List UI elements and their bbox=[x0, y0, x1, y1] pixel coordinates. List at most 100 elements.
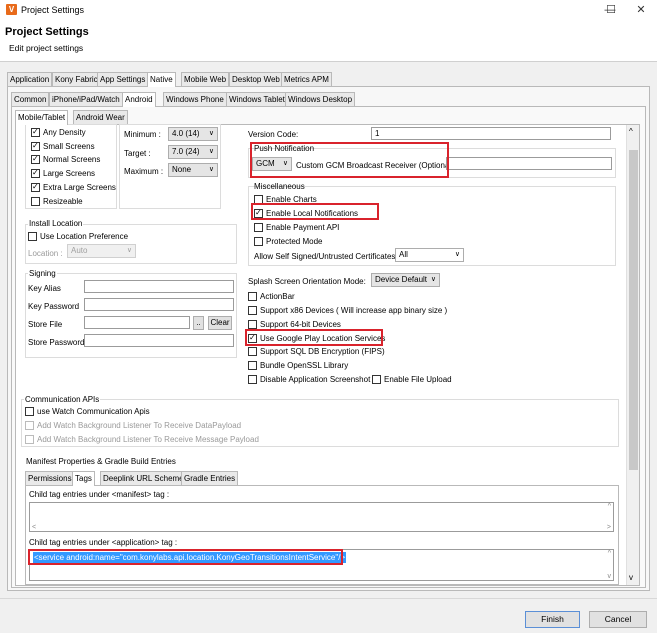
signing-group-label: Signing bbox=[28, 268, 57, 279]
close-button[interactable]: ✕ bbox=[627, 1, 655, 19]
version-code-input[interactable]: 1 bbox=[371, 127, 611, 140]
checkbox-label: Support x86 Devices ( Will increase app … bbox=[260, 306, 448, 315]
browse-button[interactable]: .. bbox=[193, 316, 204, 330]
tab-mobile-web[interactable]: Mobile Web bbox=[181, 72, 230, 86]
checkbox-label: Add Watch Background Listener To Receive… bbox=[37, 435, 259, 444]
checkbox-label: Support 64-bit Devices bbox=[260, 320, 341, 329]
scroll-down-icon[interactable]: v bbox=[629, 573, 633, 582]
checkbox-enable-file-upload[interactable]: Enable File Upload bbox=[372, 374, 452, 385]
key-alias-input[interactable] bbox=[84, 280, 234, 293]
select-value: Auto bbox=[71, 246, 88, 255]
title-bar: V Project Settings — ☐ ✕ bbox=[0, 0, 657, 20]
finish-button[interactable]: Finish bbox=[525, 611, 580, 628]
checkbox-watch-communication[interactable]: use Watch Communication Apis bbox=[25, 406, 150, 417]
scroll-up-icon[interactable]: ^ bbox=[608, 550, 611, 557]
tab-app-settings[interactable]: App Settings bbox=[97, 72, 149, 86]
sdk-minimum-select[interactable]: 4.0 (14) ∨ bbox=[168, 127, 218, 141]
cancel-button[interactable]: Cancel bbox=[589, 611, 647, 628]
checkbox-any-density[interactable]: Any Density bbox=[31, 127, 86, 138]
store-file-input[interactable] bbox=[84, 316, 190, 329]
self-signed-select[interactable]: All ∨ bbox=[395, 248, 464, 262]
scroll-up-icon[interactable]: ^ bbox=[629, 127, 633, 136]
checkbox-icon bbox=[372, 375, 381, 385]
checkbox-support-x86[interactable]: Support x86 Devices ( Will increase app … bbox=[248, 305, 447, 316]
tab-mobile-tablet[interactable]: Mobile/Tablet bbox=[15, 110, 69, 125]
tab-android-wear[interactable]: Android Wear bbox=[73, 110, 128, 124]
tab-gradle-entries[interactable]: Gradle Entries bbox=[181, 471, 239, 485]
checkbox-extra-large-screens[interactable]: Extra Large Screens bbox=[31, 182, 116, 193]
scroll-left-icon[interactable]: < bbox=[32, 524, 36, 531]
splash-orientation-select[interactable]: Device Default ∨ bbox=[371, 273, 440, 287]
key-password-label: Key Password bbox=[28, 302, 80, 311]
checkbox-large-screens[interactable]: Large Screens bbox=[31, 168, 95, 179]
store-password-input[interactable] bbox=[84, 334, 234, 347]
tab-common[interactable]: Common bbox=[11, 92, 50, 106]
communication-apis-label: Communication APIs bbox=[24, 394, 101, 405]
checkbox-icon bbox=[25, 435, 34, 445]
scroll-thumb[interactable] bbox=[629, 150, 638, 470]
self-signed-label: Allow Self Signed/Untrusted Certificates bbox=[254, 252, 396, 261]
manifest-tag-label: Child tag entries under <manifest> tag : bbox=[29, 490, 170, 499]
checkbox-label: Use Location Preference bbox=[40, 232, 129, 241]
window-title: Project Settings bbox=[21, 5, 85, 15]
checkbox-listener-message[interactable]: Add Watch Background Listener To Receive… bbox=[25, 434, 259, 445]
checkbox-resizeable[interactable]: Resizeable bbox=[31, 196, 83, 207]
sdk-target-select[interactable]: 7.0 (24) ∨ bbox=[168, 145, 218, 159]
highlight-push-notification bbox=[250, 142, 449, 178]
tab-windows-tablet[interactable]: Windows Tablet bbox=[226, 92, 288, 106]
main-scrollbar[interactable]: ^ v bbox=[626, 125, 639, 585]
checkbox-icon bbox=[248, 347, 257, 357]
checkbox-icon bbox=[25, 407, 34, 417]
key-alias-label: Key Alias bbox=[28, 284, 61, 293]
maximize-button[interactable]: ☐ bbox=[597, 1, 625, 19]
tab-iphone-ipad-watch[interactable]: iPhone/iPad/Watch bbox=[49, 92, 123, 106]
tab-permissions[interactable]: Permissions bbox=[25, 471, 75, 485]
tab-deeplink-url-scheme[interactable]: Deeplink URL Scheme bbox=[100, 471, 187, 485]
select-value: None bbox=[172, 165, 192, 174]
scroll-down-icon[interactable]: v bbox=[608, 573, 612, 580]
checkbox-use-location-preference[interactable]: Use Location Preference bbox=[28, 231, 128, 242]
checkbox-label: Resizeable bbox=[43, 197, 83, 206]
checkbox-protected-mode[interactable]: Protected Mode bbox=[254, 236, 322, 247]
scroll-up-icon[interactable]: ^ bbox=[608, 503, 611, 510]
checkbox-icon bbox=[248, 375, 257, 385]
checkbox-label: Large Screens bbox=[43, 169, 96, 178]
tab-native[interactable]: Native bbox=[147, 72, 176, 87]
highlight-application-tag bbox=[28, 549, 343, 565]
tab-kony-fabric[interactable]: Kony Fabric bbox=[52, 72, 101, 86]
select-value: All bbox=[399, 250, 408, 259]
version-code-label: Version Code: bbox=[248, 130, 299, 139]
scroll-right-icon[interactable]: > bbox=[607, 524, 611, 531]
key-password-input[interactable] bbox=[84, 298, 234, 311]
checkbox-icon bbox=[254, 223, 263, 233]
checkbox-icon bbox=[31, 197, 40, 207]
checkbox-actionbar[interactable]: ActionBar bbox=[248, 291, 295, 302]
checkbox-small-screens[interactable]: Small Screens bbox=[31, 141, 95, 152]
tab-tags[interactable]: Tags bbox=[72, 471, 95, 486]
gcm-receiver-input[interactable] bbox=[446, 157, 612, 170]
clear-button[interactable]: Clear bbox=[208, 316, 232, 330]
splash-orientation-label: Splash Screen Orientation Mode: bbox=[248, 277, 366, 286]
chevron-down-icon: ∨ bbox=[208, 166, 214, 173]
checkbox-bundle-openssl[interactable]: Bundle OpenSSL Library bbox=[248, 360, 348, 371]
app-icon: V bbox=[6, 4, 17, 15]
sdk-maximum-select[interactable]: None ∨ bbox=[168, 163, 218, 177]
checkbox-icon bbox=[31, 154, 40, 165]
checkbox-normal-screens[interactable]: Normal Screens bbox=[31, 154, 100, 165]
tab-windows-phone[interactable]: Windows Phone bbox=[163, 92, 227, 106]
checkbox-listener-datapayload[interactable]: Add Watch Background Listener To Receive… bbox=[25, 420, 241, 431]
tab-android[interactable]: Android bbox=[122, 92, 156, 107]
tab-windows-desktop[interactable]: Windows Desktop bbox=[285, 92, 356, 106]
tab-application[interactable]: Application bbox=[7, 72, 53, 86]
manifest-tag-textarea[interactable]: ^ < > bbox=[29, 502, 614, 532]
tab-desktop-web[interactable]: Desktop Web bbox=[229, 72, 283, 86]
checkbox-disable-screenshot[interactable]: Disable Application Screenshot bbox=[248, 374, 370, 385]
checkbox-icon bbox=[31, 141, 40, 152]
tab-metrics-apm[interactable]: Metrics APM bbox=[281, 72, 332, 86]
checkbox-sql-db-encryption[interactable]: Support SQL DB Encryption (FIPS) bbox=[248, 346, 385, 357]
select-value: Device Default bbox=[375, 275, 428, 284]
location-label: Location : bbox=[28, 249, 63, 258]
checkbox-enable-payment-api[interactable]: Enable Payment API bbox=[254, 222, 339, 233]
checkbox-icon bbox=[31, 168, 40, 179]
location-select[interactable]: Auto ∨ bbox=[67, 244, 136, 258]
